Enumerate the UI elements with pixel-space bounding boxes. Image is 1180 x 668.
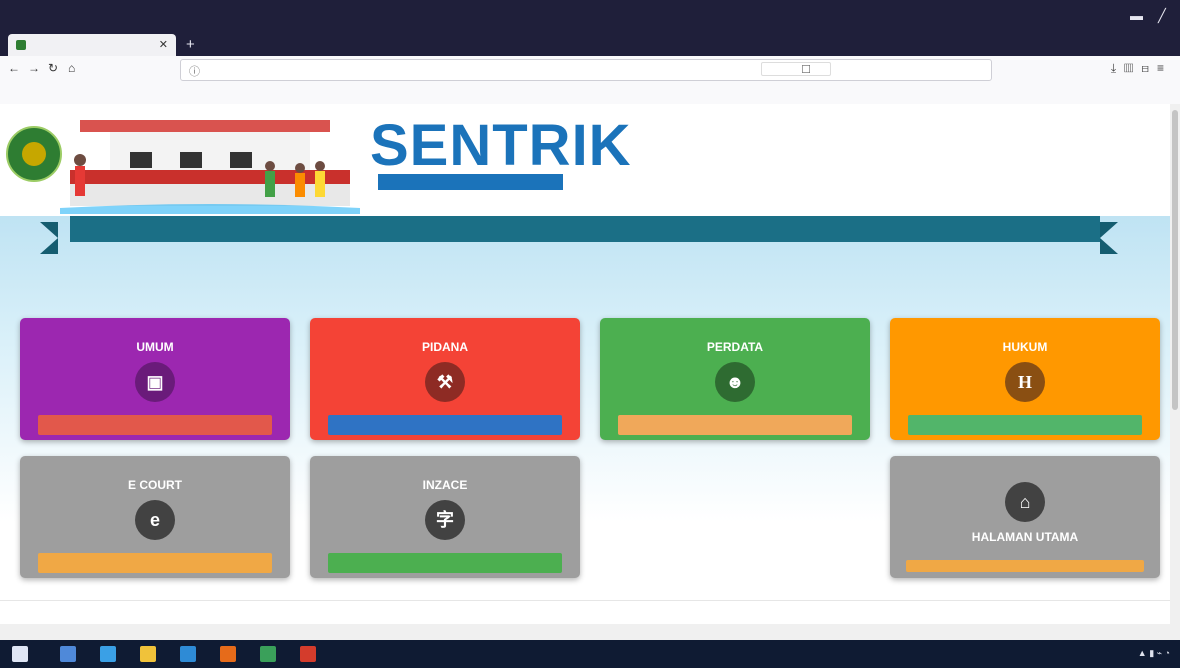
- document-icon: ▣: [135, 362, 175, 402]
- text-icon: 字: [425, 500, 465, 540]
- home-icon: ⌂: [1005, 482, 1045, 522]
- ribbon-right-tail: [1100, 222, 1118, 254]
- card-title: PIDANA: [421, 340, 468, 354]
- card-perdata[interactable]: PERDATA ☻: [600, 318, 870, 440]
- card-hukum[interactable]: HUKUM H: [890, 318, 1160, 440]
- toolbar-icons[interactable]: ⤓▥⊟≡: [1111, 61, 1172, 76]
- card-button[interactable]: [328, 553, 562, 573]
- firefox-icon[interactable]: [220, 646, 236, 662]
- site-header: SENTRIK: [0, 104, 1170, 216]
- card-title: HUKUM: [1002, 340, 1048, 354]
- horizontal-scrollbar[interactable]: [0, 624, 1180, 640]
- home-browser-icon[interactable]: ⌂: [68, 61, 75, 75]
- card-button[interactable]: [328, 415, 562, 435]
- card-title: UMUM: [136, 340, 174, 354]
- minimize-icon[interactable]: ▬: [1130, 8, 1143, 23]
- scrollbar-thumb[interactable]: [1172, 110, 1178, 410]
- edge-icon[interactable]: [100, 646, 116, 662]
- taskbar: ▲ ▮ ⌁ ◔: [0, 640, 1180, 668]
- search-input[interactable]: [761, 62, 831, 76]
- favicon-icon: [16, 40, 26, 50]
- page-footer: [0, 600, 1170, 624]
- tab-bar: ✕ +: [0, 30, 1180, 56]
- card-button[interactable]: [38, 415, 272, 435]
- address-bar[interactable]: ⓘ ☐: [180, 59, 992, 81]
- card-inzace[interactable]: INZACE 字: [310, 456, 580, 578]
- court-logo-icon: [6, 126, 62, 182]
- e-icon: e: [135, 500, 175, 540]
- card-title: E COURT: [128, 478, 182, 492]
- card-halaman-utama[interactable]: ⌂ HALAMAN UTAMA: [890, 456, 1160, 578]
- h-icon: H: [1005, 362, 1045, 402]
- new-tab-icon[interactable]: +: [186, 36, 195, 53]
- maximize-icon[interactable]: ╱: [1158, 8, 1166, 24]
- brand-logo: SENTRIK: [370, 112, 631, 200]
- gavel-icon: ⚒: [425, 362, 465, 402]
- back-icon[interactable]: ←: [8, 61, 20, 75]
- start-icon[interactable]: [12, 646, 28, 662]
- card-title: INZACE: [422, 478, 468, 492]
- card-umum[interactable]: UMUM ▣: [20, 318, 290, 440]
- users-icon: ☻: [715, 362, 755, 402]
- page-title-ribbon: [70, 216, 1100, 242]
- explorer-icon[interactable]: [140, 646, 156, 662]
- forward-icon[interactable]: →: [28, 61, 40, 75]
- brand-title: SENTRIK: [370, 113, 632, 178]
- card-title: PERDATA: [706, 340, 764, 354]
- bookmarks-bar: [0, 82, 1180, 105]
- card-button[interactable]: [908, 415, 1142, 435]
- card-ecourt[interactable]: E COURT e: [20, 456, 290, 578]
- app-icon[interactable]: [260, 646, 276, 662]
- task-view-icon[interactable]: [60, 646, 76, 662]
- card-pidana[interactable]: PIDANA ⚒: [310, 318, 580, 440]
- card-button[interactable]: [906, 560, 1144, 572]
- window-titlebar: ▬ ╱: [0, 0, 1180, 30]
- reload-icon[interactable]: ↻: [48, 61, 58, 75]
- service-desk-illustration-icon: [60, 120, 360, 214]
- pdf-icon[interactable]: [300, 646, 316, 662]
- card-title: HALAMAN UTAMA: [971, 530, 1079, 544]
- navigation-bar: ← → ↻ ⌂ ⓘ ☐ ⤓▥⊟≡: [0, 56, 1180, 82]
- store-icon[interactable]: [180, 646, 196, 662]
- card-button[interactable]: [38, 553, 272, 573]
- system-tray[interactable]: ▲ ▮ ⌁ ◔: [1138, 648, 1170, 659]
- brand-subtitle: [378, 174, 563, 190]
- vertical-scrollbar[interactable]: [1170, 104, 1180, 624]
- page-content: SENTRIK UMUM ▣ PIDANA ⚒ PERDATA ☻ HUKUM …: [0, 104, 1170, 624]
- close-tab-icon[interactable]: ✕: [159, 38, 168, 51]
- ribbon-left-tail: [40, 222, 58, 254]
- browser-tab[interactable]: ✕: [8, 34, 176, 56]
- site-info-icon[interactable]: ⓘ: [189, 63, 200, 79]
- card-button[interactable]: [618, 415, 852, 435]
